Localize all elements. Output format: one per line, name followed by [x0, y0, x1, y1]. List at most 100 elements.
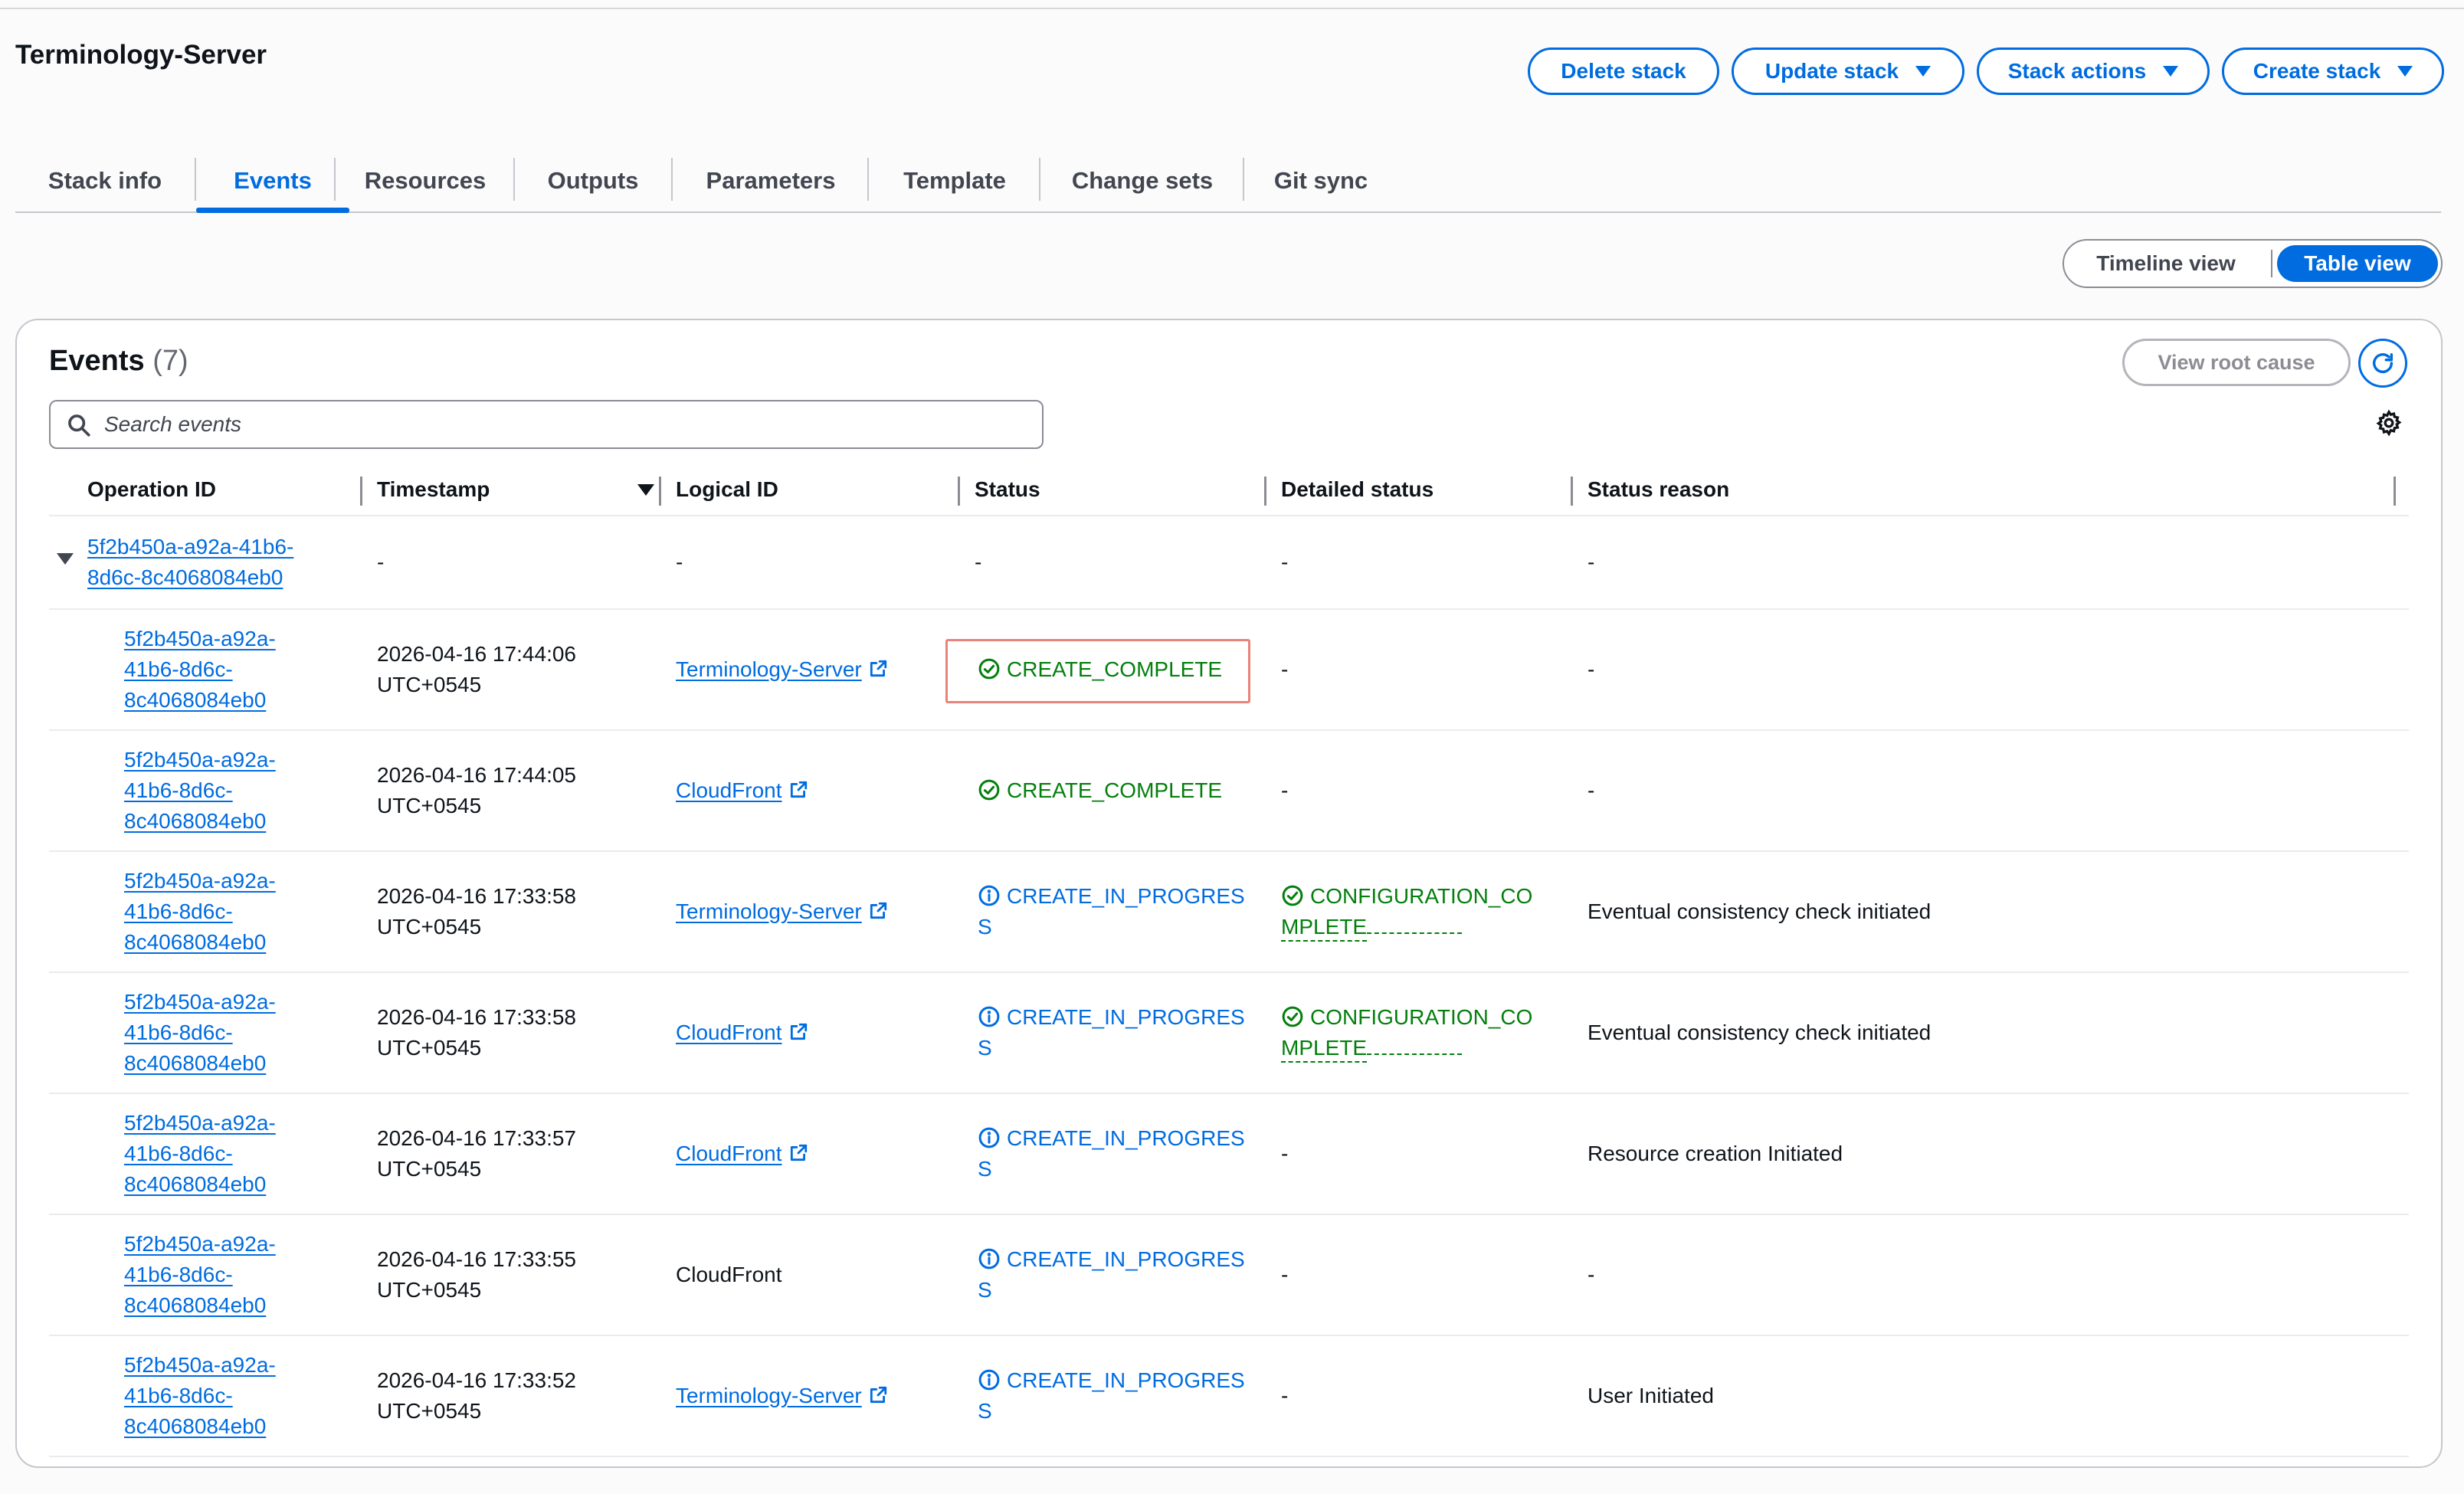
- operation-id-line2[interactable]: 41b6-8d6c-: [124, 654, 276, 685]
- expand-caret-icon[interactable]: [57, 553, 74, 565]
- operation-id-line2[interactable]: 41b6-8d6c-: [124, 1260, 276, 1290]
- operation-id-line1[interactable]: 5f2b450a-a92a-: [124, 624, 276, 654]
- column-resizer[interactable]: [659, 477, 661, 506]
- operation-id-line3[interactable]: 8c4068084eb0: [124, 1411, 276, 1442]
- tab-events[interactable]: Events: [196, 150, 349, 213]
- col-status-reason[interactable]: Status reason: [1588, 463, 1729, 516]
- table-view-option[interactable]: Table view: [2277, 245, 2438, 282]
- group-operation-id[interactable]: 5f2b450a-a92a-41b6- 8d6c-8c4068084eb0: [87, 532, 293, 593]
- detailed-status[interactable]: CONFIGURATION_CO MPLETE: [1281, 1002, 1532, 1063]
- operation-id-line3[interactable]: 8c4068084eb0: [124, 927, 276, 958]
- create-stack-button[interactable]: Create stack: [2222, 48, 2444, 95]
- col-logical-id[interactable]: Logical ID: [676, 463, 778, 516]
- operation-id-line2[interactable]: 41b6-8d6c-: [124, 1139, 276, 1169]
- success-check-icon: [978, 658, 1000, 680]
- update-stack-label: Update stack: [1764, 59, 1899, 83]
- logical-id-link[interactable]: Terminology-Server: [676, 899, 862, 923]
- delete-stack-button[interactable]: Delete stack: [1528, 48, 1719, 95]
- event-status-reason: -: [1588, 1263, 1595, 1286]
- tab-stack-info[interactable]: Stack info: [15, 150, 195, 211]
- sort-descending-icon[interactable]: [637, 484, 654, 496]
- col-status[interactable]: Status: [975, 463, 1040, 516]
- logical-id-link[interactable]: CloudFront: [676, 778, 782, 802]
- event-logical-id[interactable]: Terminology-Server: [676, 896, 888, 927]
- search-events-field[interactable]: [49, 400, 1044, 449]
- event-operation-id[interactable]: 5f2b450a-a92a- 41b6-8d6c- 8c4068084eb0: [124, 987, 276, 1079]
- event-logical-id[interactable]: CloudFront: [676, 1139, 808, 1169]
- tab-outputs[interactable]: Outputs: [515, 150, 671, 211]
- settings-gear-icon[interactable]: [2375, 409, 2403, 437]
- event-row: 5f2b450a-a92a- 41b6-8d6c- 8c4068084eb0 2026…: [49, 1215, 2409, 1336]
- event-operation-id[interactable]: 5f2b450a-a92a- 41b6-8d6c- 8c4068084eb0: [124, 1108, 276, 1200]
- event-operation-id[interactable]: 5f2b450a-a92a- 41b6-8d6c- 8c4068084eb0: [124, 1350, 276, 1442]
- search-input[interactable]: [104, 409, 1024, 440]
- success-check-icon: [978, 779, 1000, 801]
- column-resizer[interactable]: [360, 477, 362, 506]
- detailed-status: -: [1281, 1384, 1289, 1407]
- caret-down-icon: [2397, 66, 2413, 77]
- tab-template[interactable]: Template: [869, 150, 1040, 211]
- event-status-reason: -: [1588, 657, 1595, 681]
- external-link-icon: [870, 660, 886, 677]
- caret-down-icon: [2163, 66, 2179, 77]
- logical-id-link[interactable]: Terminology-Server: [676, 1384, 862, 1407]
- event-operation-id[interactable]: 5f2b450a-a92a- 41b6-8d6c- 8c4068084eb0: [124, 1229, 276, 1321]
- update-stack-button[interactable]: Update stack: [1732, 48, 1964, 95]
- tab-git-sync[interactable]: Git sync: [1244, 150, 1397, 211]
- operation-id-line1[interactable]: 5f2b450a-a92a-: [124, 745, 276, 775]
- tab-parameters[interactable]: Parameters: [673, 150, 869, 211]
- logical-id-link[interactable]: CloudFront: [676, 1021, 782, 1044]
- column-resizer[interactable]: [2394, 477, 2396, 506]
- events-panel: Events (7) View root cause Operation ID …: [15, 319, 2443, 1468]
- event-logical-id[interactable]: Terminology-Server: [676, 1381, 888, 1411]
- group-operation-id-line1[interactable]: 5f2b450a-a92a-41b6-: [87, 532, 293, 562]
- timestamp-date: 2026-04-16 17:33:58: [377, 884, 576, 908]
- group-status-reason: -: [1588, 550, 1595, 574]
- tab-resources[interactable]: Resources: [336, 150, 515, 211]
- col-detailed-status[interactable]: Detailed status: [1281, 463, 1434, 516]
- group-operation-id-line2[interactable]: 8d6c-8c4068084eb0: [87, 562, 293, 593]
- column-resizer[interactable]: [958, 477, 960, 506]
- event-row: 5f2b450a-a92a- 41b6-8d6c- 8c4068084eb0 2026…: [49, 1336, 2409, 1457]
- operation-id-line3[interactable]: 8c4068084eb0: [124, 1290, 276, 1321]
- event-operation-id[interactable]: 5f2b450a-a92a- 41b6-8d6c- 8c4068084eb0: [124, 745, 276, 837]
- operation-id-line1[interactable]: 5f2b450a-a92a-: [124, 866, 276, 896]
- event-operation-id[interactable]: 5f2b450a-a92a- 41b6-8d6c- 8c4068084eb0: [124, 624, 276, 716]
- detailed-status[interactable]: CONFIGURATION_CO MPLETE: [1281, 881, 1532, 942]
- operation-id-line3[interactable]: 8c4068084eb0: [124, 1169, 276, 1200]
- operation-id-line1[interactable]: 5f2b450a-a92a-: [124, 1229, 276, 1260]
- timeline-view-option[interactable]: Timeline view: [2064, 241, 2268, 287]
- refresh-button[interactable]: [2358, 339, 2407, 388]
- event-logical-id[interactable]: CloudFront: [676, 1017, 808, 1048]
- operation-id-line3[interactable]: 8c4068084eb0: [124, 806, 276, 837]
- event-timestamp: 2026-04-16 17:44:05 UTC+0545: [377, 760, 576, 821]
- operation-id-line2[interactable]: 41b6-8d6c-: [124, 896, 276, 927]
- col-operation-id[interactable]: Operation ID: [87, 463, 216, 516]
- event-status: CREATE_IN_PROGRES S: [978, 881, 1245, 942]
- operation-id-line1[interactable]: 5f2b450a-a92a-: [124, 1350, 276, 1381]
- event-operation-id[interactable]: 5f2b450a-a92a- 41b6-8d6c- 8c4068084eb0: [124, 866, 276, 958]
- tab-change-sets[interactable]: Change sets: [1040, 150, 1244, 211]
- operation-id-line2[interactable]: 41b6-8d6c-: [124, 1381, 276, 1411]
- operation-id-line2[interactable]: 41b6-8d6c-: [124, 775, 276, 806]
- info-icon: [978, 1369, 1000, 1391]
- view-root-cause-button[interactable]: View root cause: [2122, 339, 2351, 386]
- event-timestamp: 2026-04-16 17:33:52 UTC+0545: [377, 1365, 576, 1427]
- column-resizer[interactable]: [1571, 477, 1573, 506]
- stack-actions-button[interactable]: Stack actions: [1977, 48, 2210, 95]
- logical-id-link[interactable]: CloudFront: [676, 1142, 782, 1165]
- operation-id-line3[interactable]: 8c4068084eb0: [124, 1048, 276, 1079]
- logical-id-link[interactable]: Terminology-Server: [676, 657, 862, 681]
- detailed-status: -: [1281, 657, 1289, 681]
- operation-id-line3[interactable]: 8c4068084eb0: [124, 685, 276, 716]
- search-icon: [68, 414, 90, 437]
- operation-id-line1[interactable]: 5f2b450a-a92a-: [124, 1108, 276, 1139]
- event-logical-id[interactable]: CloudFront: [676, 775, 808, 806]
- column-resizer[interactable]: [1264, 477, 1266, 506]
- external-link-icon: [870, 1386, 886, 1404]
- delete-stack-label: Delete stack: [1561, 59, 1686, 83]
- operation-id-line2[interactable]: 41b6-8d6c-: [124, 1017, 276, 1048]
- operation-id-line1[interactable]: 5f2b450a-a92a-: [124, 987, 276, 1017]
- event-logical-id[interactable]: Terminology-Server: [676, 654, 888, 685]
- col-timestamp[interactable]: Timestamp: [377, 463, 490, 516]
